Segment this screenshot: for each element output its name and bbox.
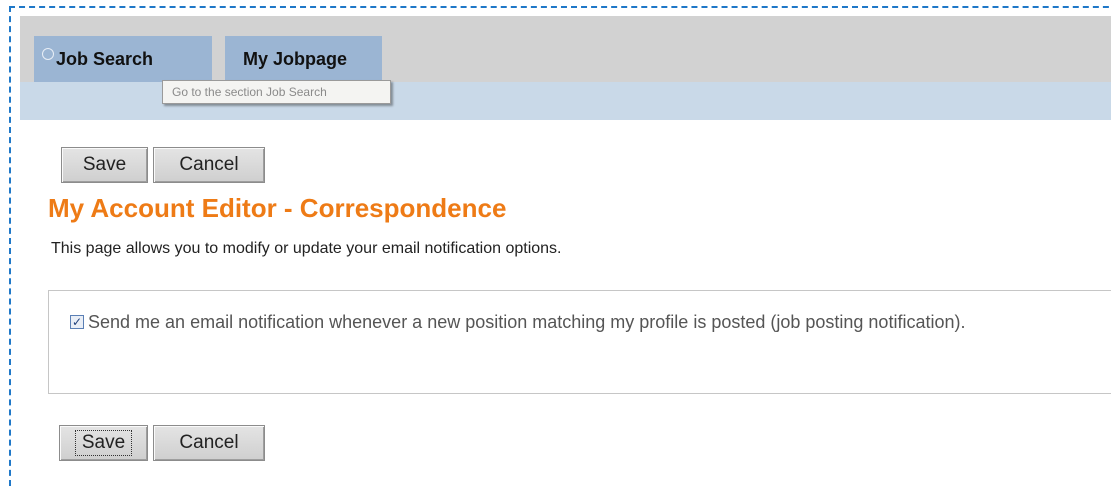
top-navigation: Job Search My Jobpage Go to the section … [20, 16, 1111, 120]
cancel-button-bottom[interactable]: Cancel [153, 425, 265, 461]
notification-options-panel [48, 290, 1111, 394]
job-posting-notification-label[interactable]: Send me an email notification whenever a… [65, 309, 1100, 336]
page-description: This page allows you to modify or update… [51, 240, 562, 257]
magnifier-icon [42, 48, 54, 60]
tab-job-search-label: Job Search [56, 48, 154, 69]
tab-my-jobpage-label: My Jobpage [243, 48, 348, 69]
checkmark-icon: ✓ [71, 315, 83, 329]
page-title: My Account Editor - Correspondence [48, 193, 507, 223]
tab-job-search[interactable]: Job Search [34, 36, 212, 82]
tab-my-jobpage[interactable]: My Jobpage [225, 36, 382, 82]
cancel-button-top[interactable]: Cancel [153, 147, 265, 183]
save-button-top[interactable]: Save [61, 147, 148, 183]
job-posting-notification-checkbox[interactable]: ✓ [70, 315, 84, 329]
save-button-bottom[interactable]: Save [59, 425, 148, 461]
save-button-bottom-label: Save [74, 430, 133, 456]
tooltip-job-search: Go to the section Job Search [162, 80, 391, 104]
